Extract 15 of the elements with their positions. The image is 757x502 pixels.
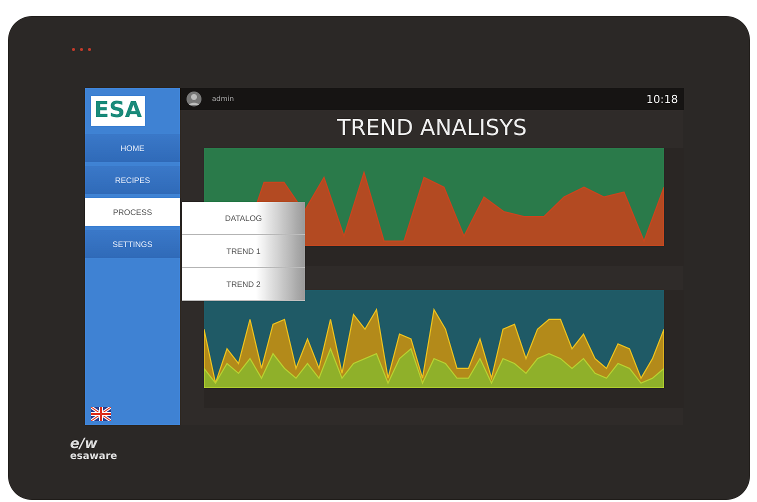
menu-item[interactable]: HOME: [85, 134, 180, 162]
brand-name: esaware: [70, 451, 118, 463]
submenu-item[interactable]: TREND 1: [182, 235, 305, 268]
menu-item[interactable]: SETTINGS: [85, 230, 180, 258]
user-avatar-icon: [186, 91, 202, 107]
submenu-item[interactable]: DATALOG: [182, 202, 305, 235]
flag-icon[interactable]: [91, 407, 111, 421]
menu-item[interactable]: RECIPES: [85, 166, 180, 194]
led-icon: [72, 48, 91, 51]
logo: ESA: [91, 96, 145, 126]
page-title: TREND ANALISYS: [336, 115, 528, 143]
submenu-item[interactable]: TREND 2: [182, 268, 305, 301]
clock-time: 10:18: [646, 92, 678, 106]
brand-mark: e/w: [70, 437, 99, 451]
menu-item[interactable]: PROCESS: [85, 198, 180, 226]
